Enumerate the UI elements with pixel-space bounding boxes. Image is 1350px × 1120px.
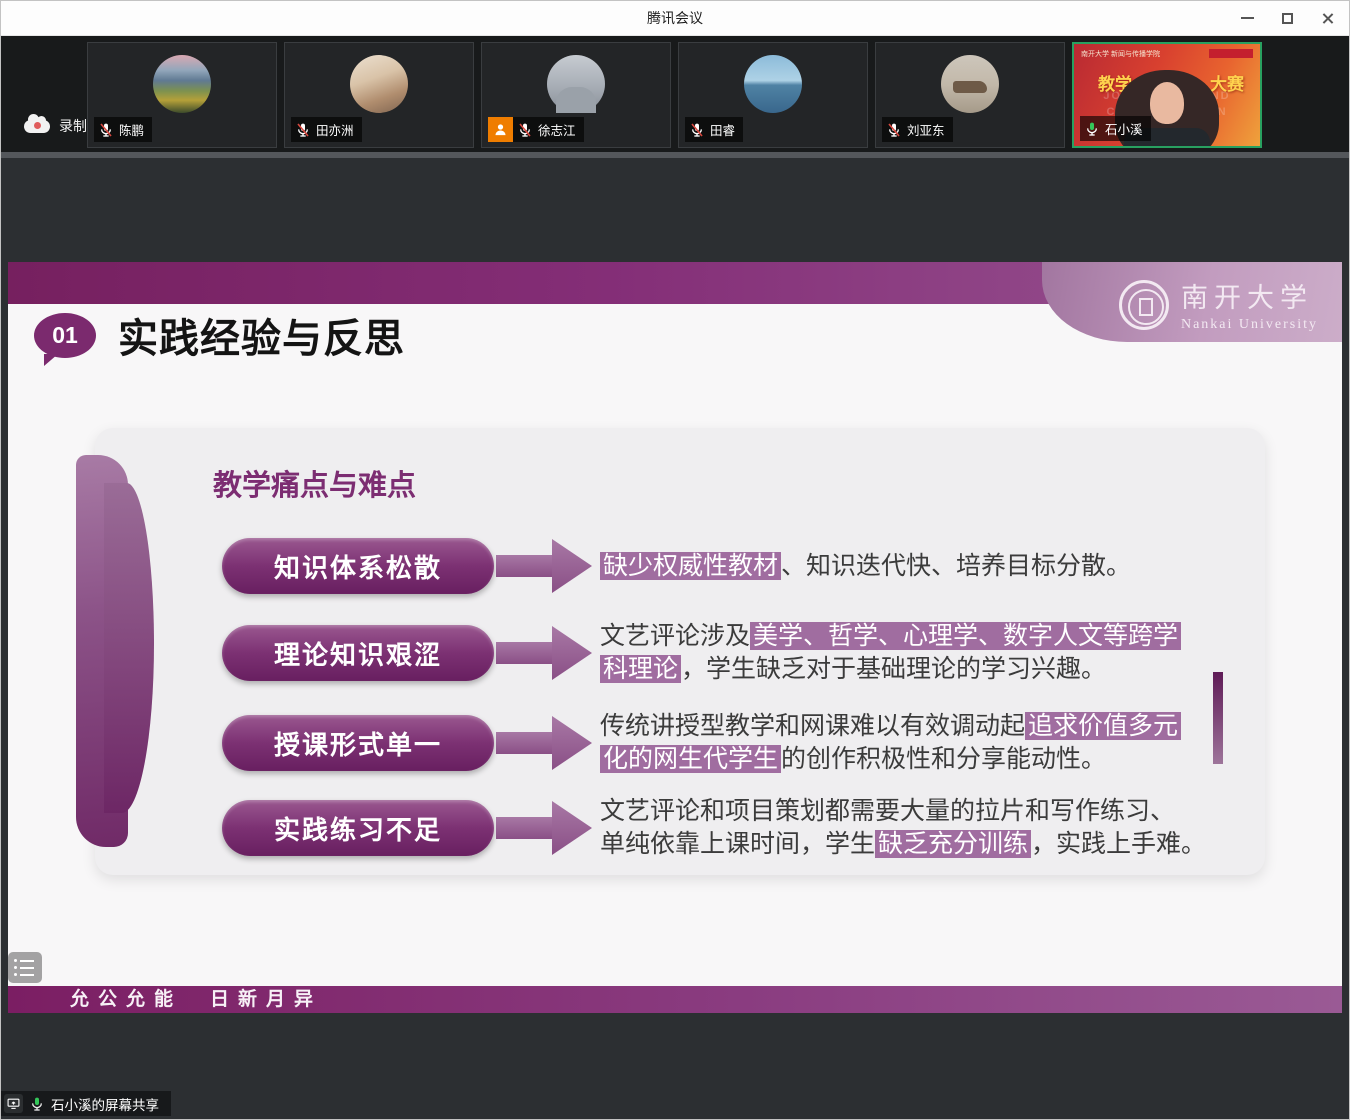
titlebar: 腾讯会议 <box>0 0 1350 36</box>
pain-point-pill: 实践练习不足 <box>222 800 494 856</box>
close-button[interactable] <box>1314 5 1340 31</box>
participant-strip: 录制中 陈鹏 田亦洲 <box>0 36 1350 152</box>
participant-tile[interactable]: 田亦洲 <box>284 42 474 148</box>
participant-name: 田亦洲 <box>316 120 354 139</box>
content-card: 教学痛点与难点 知识体系松散 缺少权威性教材、知识迭代快、培养目标分散。 理论知… <box>95 428 1265 875</box>
body-text: 的创作积极性和分享能动性。 <box>781 745 1106 773</box>
pain-point-pill: 知识体系松散 <box>222 538 494 594</box>
university-name-cn: 南开大学 <box>1181 276 1318 315</box>
video-red-tag <box>1209 49 1253 58</box>
participant-name: 石小溪 <box>1105 119 1143 138</box>
video-banner-text: 大赛 <box>1210 70 1244 95</box>
participant-tile[interactable]: 刘亚东 <box>875 42 1065 148</box>
highlighted-text: 美学、哲学、心理学、数字人文等跨学 <box>750 622 1181 650</box>
maximize-button[interactable] <box>1274 5 1300 31</box>
presentation-slide: 南开大学 Nankai University 01 实践经验与反思 教学痛点与难… <box>8 262 1342 1013</box>
minimize-icon <box>1241 17 1254 19</box>
participant-tile[interactable]: 田睿 <box>678 42 868 148</box>
slide-title: 实践经验与反思 <box>118 306 405 364</box>
participant-tile[interactable]: 徐志江 <box>481 42 671 148</box>
logo-band: 南开大学 Nankai University <box>1042 262 1342 342</box>
mic-muted-icon <box>886 122 902 138</box>
arrow-right-icon <box>494 715 594 771</box>
highlighted-text: 缺乏充分训练 <box>875 830 1031 858</box>
highlighted-text: 缺少权威性教材 <box>600 552 781 580</box>
card-title: 教学痛点与难点 <box>213 462 416 504</box>
ribbon-decoration <box>68 455 154 847</box>
arrow-right-icon <box>494 538 594 594</box>
list-icon <box>14 973 42 976</box>
pain-point-row: 知识体系松散 缺少权威性教材、知识迭代快、培养目标分散。 <box>222 538 1131 594</box>
mic-on-icon <box>1084 121 1100 137</box>
minimize-button[interactable] <box>1234 5 1260 31</box>
vertical-bar-decoration <box>1213 672 1223 764</box>
avatar <box>153 55 211 113</box>
mic-muted-icon <box>689 122 705 138</box>
pain-point-row: 理论知识艰涩 文艺评论涉及美学、哲学、心理学、数字人文等跨学 科理论，学生缺乏对… <box>222 625 1181 681</box>
participant-name: 田睿 <box>710 120 735 139</box>
body-text: 文艺评论和项目策划都需要大量的拉片和写作练习、 <box>600 797 1175 825</box>
university-name-en: Nankai University <box>1181 317 1318 333</box>
mic-muted-icon <box>517 122 533 138</box>
strip-divider <box>0 152 1350 158</box>
list-icon <box>14 959 42 962</box>
nankai-seal-icon <box>1119 280 1169 330</box>
participant-name: 陈鹏 <box>119 120 144 139</box>
mic-muted-icon <box>98 122 114 138</box>
screen-share-banner: 石小溪的屏幕共享 <box>0 1091 171 1116</box>
slide-motto: 允公允能 日新月异 <box>70 986 1342 1013</box>
participant-name: 刘亚东 <box>907 120 945 139</box>
participant-tile[interactable]: 陈鹏 <box>87 42 277 148</box>
participant-name: 徐志江 <box>538 120 576 139</box>
highlighted-text: 科理论 <box>600 655 681 683</box>
body-text: ，学生缺乏对于基础理论的学习兴趣。 <box>681 655 1106 683</box>
close-icon <box>1321 12 1334 25</box>
mic-on-icon <box>29 1096 45 1112</box>
pain-point-pill: 理论知识艰涩 <box>222 625 494 681</box>
arrow-right-icon <box>494 625 594 681</box>
arrow-right-icon <box>494 800 594 856</box>
participant-tile-active-speaker[interactable]: 南开大学 新闻与传播学院 JOURNALISM AND COMMUNICATIO… <box>1072 42 1262 148</box>
pain-point-row: 实践练习不足 文艺评论和项目策划都需要大量的拉片和写作练习、 单纯依靠上课时间，… <box>222 800 1206 856</box>
avatar <box>547 55 605 113</box>
maximize-icon <box>1282 13 1293 24</box>
body-text: 、知识迭代快、培养目标分散。 <box>781 552 1131 580</box>
window-title: 腾讯会议 <box>0 0 1350 36</box>
video-header-text: 南开大学 新闻与传播学院 <box>1081 49 1160 59</box>
highlighted-text: 追求价值多元 <box>1025 712 1181 740</box>
cloud-recording-icon <box>24 120 50 133</box>
body-text: ，实践上手难。 <box>1031 830 1206 858</box>
body-text: 单纯依靠上课时间，学生 <box>600 830 875 858</box>
screen-share-icon <box>4 1094 23 1113</box>
body-text: 传统讲授型教学和网课难以有效调动起 <box>600 712 1025 740</box>
avatar <box>744 55 802 113</box>
screen-share-label: 石小溪的屏幕共享 <box>51 1094 159 1114</box>
avatar <box>941 55 999 113</box>
shared-screen-area: 南开大学 Nankai University 01 实践经验与反思 教学痛点与难… <box>0 158 1350 1120</box>
section-number-bubble: 01 <box>34 313 96 358</box>
avatar <box>350 55 408 113</box>
highlighted-text: 化的网生代学生 <box>600 745 781 773</box>
slide-footer-bar: 允公允能 日新月异 <box>8 986 1342 1013</box>
pain-point-pill: 授课形式单一 <box>222 715 494 771</box>
pain-point-row: 授课形式单一 传统讲授型教学和网课难以有效调动起追求价值多元 化的网生代学生的创… <box>222 715 1181 771</box>
sidebar-toggle-button[interactable] <box>8 952 42 983</box>
member-badge-icon <box>488 117 513 142</box>
body-text: 文艺评论涉及 <box>600 622 750 650</box>
mic-muted-icon <box>295 122 311 138</box>
list-icon <box>14 966 42 969</box>
